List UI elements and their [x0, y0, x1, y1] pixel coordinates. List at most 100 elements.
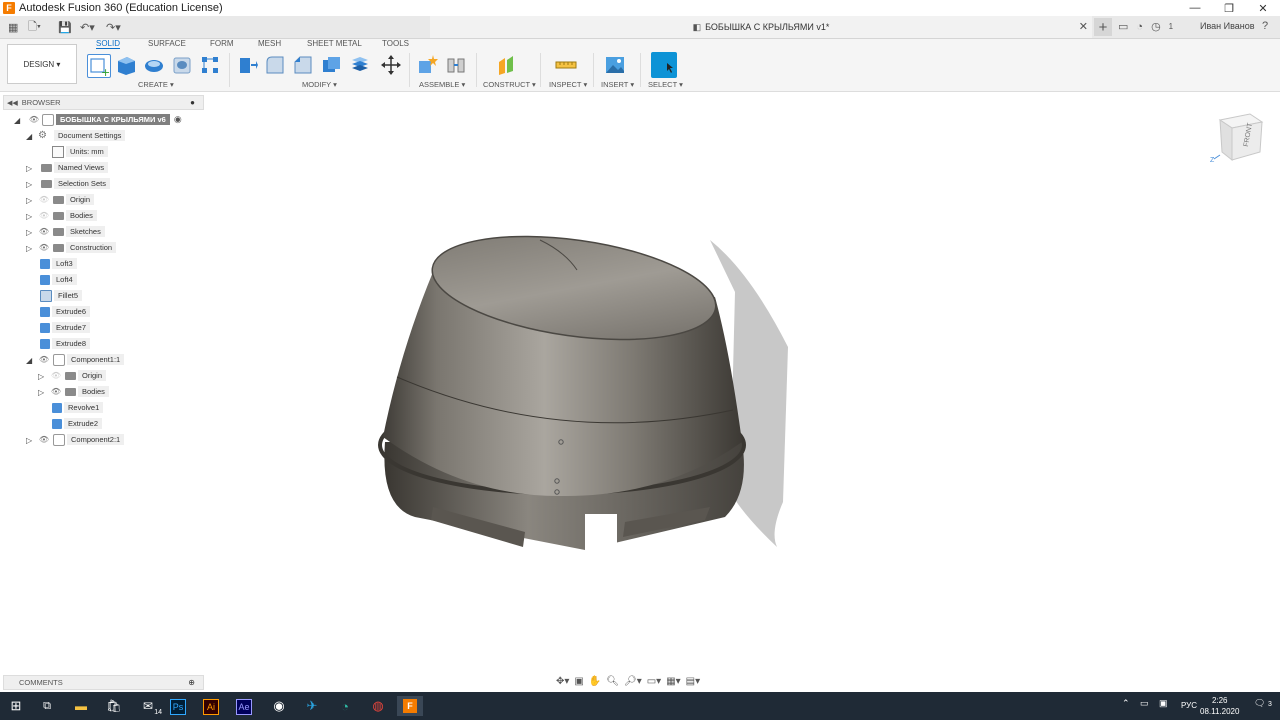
tab-solid[interactable]: SOLID [96, 39, 121, 49]
store-icon[interactable]: 🛍︎ [103, 696, 125, 716]
close-icon[interactable]: ✕ [1246, 0, 1280, 16]
3d-viewport[interactable] [205, 92, 1280, 672]
after-effects-icon[interactable]: Ae [236, 699, 252, 715]
collapsed-arrow-icon[interactable]: ▷ [26, 196, 32, 205]
minimize-icon[interactable]: — [1178, 0, 1212, 16]
tree-item-component1-bodies[interactable]: 👁 Bodies [50, 384, 109, 399]
fusion-taskbar-icon[interactable]: F [397, 696, 423, 716]
tab-surface[interactable]: SURFACE [148, 39, 186, 48]
tree-item-loft4[interactable]: Loft4 [40, 272, 77, 287]
hole-icon[interactable] [171, 54, 193, 76]
tree-item-extrude8[interactable]: Extrude8 [40, 336, 91, 351]
telegram-icon[interactable]: ✈ [301, 696, 323, 716]
display-settings-icon[interactable]: ▭▾ [647, 676, 661, 687]
tree-item-extrude7[interactable]: Extrude7 [40, 320, 91, 335]
tree-item-component1-origin[interactable]: 👁 Origin [50, 368, 107, 383]
tab-mesh[interactable]: MESH [258, 39, 281, 48]
offset-plane-icon[interactable] [496, 54, 518, 76]
joint-icon[interactable] [445, 54, 467, 76]
collapsed-arrow-icon[interactable]: ▷ [26, 212, 32, 221]
activate-radio-icon[interactable]: ◉ [174, 114, 182, 125]
visibility-eye-icon[interactable]: 👁 [28, 115, 40, 124]
collapsed-arrow-icon[interactable]: ▷ [26, 164, 32, 173]
orbit-icon[interactable]: ✥▾ [556, 676, 569, 687]
workspace-switcher[interactable]: DESIGN ▾ [7, 44, 77, 84]
tree-item-extrude6[interactable]: Extrude6 [40, 304, 91, 319]
visibility-eye-icon[interactable]: 👁 [38, 227, 50, 236]
zoom-icon[interactable]: 🔍︎ [606, 676, 619, 687]
tree-item-document-settings[interactable]: ⚙ Document Settings [38, 128, 126, 143]
tree-item-revolve1[interactable]: Revolve1 [52, 400, 104, 415]
visibility-eye-icon[interactable]: 👁 [38, 211, 50, 220]
new-component-icon[interactable] [416, 54, 438, 76]
action-center-icon[interactable]: 🗨︎ 3 [1254, 698, 1272, 709]
collapsed-arrow-icon[interactable]: ▷ [26, 228, 32, 237]
viewcube[interactable]: FRONT Z [1210, 110, 1270, 168]
chrome-icon[interactable]: ◍ [367, 696, 389, 716]
collapsed-arrow-icon[interactable]: ▷ [26, 180, 32, 189]
create-group-menu[interactable]: CREATE ▾ [138, 80, 174, 89]
notifications-clock-icon[interactable]: ◷ [1151, 20, 1161, 33]
tree-root-document[interactable]: 👁 БОБЫШКА С КРЫЛЬЯМИ v6 ◉ [28, 112, 182, 127]
help-icon[interactable]: ? [1262, 20, 1268, 32]
collapse-panel-icon[interactable]: ◀◀ [7, 99, 18, 107]
edge-icon[interactable]: ◔ [334, 696, 356, 716]
assemble-group-menu[interactable]: ASSEMBLE ▾ [419, 80, 465, 89]
shell-icon[interactable] [320, 54, 342, 76]
windows-start-icon[interactable]: ⊞ [5, 696, 27, 716]
tree-item-component1[interactable]: 👁 Component1:1 [38, 352, 125, 367]
tree-item-bodies[interactable]: 👁 Bodies [38, 208, 97, 223]
file-explorer-icon[interactable]: ▬ [70, 696, 92, 716]
input-language[interactable]: РУС [1181, 701, 1197, 710]
chamfer-icon[interactable] [292, 54, 314, 76]
mail-icon[interactable]: ✉ 14 [137, 696, 162, 716]
visibility-eye-icon[interactable]: 👁 [38, 355, 50, 364]
construct-group-menu[interactable]: CONSTRUCT ▾ [483, 80, 536, 89]
comments-panel[interactable]: COMMENTS ⊕ [3, 675, 204, 690]
press-pull-icon[interactable] [236, 54, 258, 76]
extrude-icon[interactable] [115, 54, 137, 76]
expanded-arrow-icon[interactable]: ◢ [26, 132, 32, 141]
select-tool-icon[interactable] [651, 52, 677, 78]
photoshop-icon[interactable]: Ps [170, 699, 186, 715]
tree-item-units[interactable]: Units: mm [52, 144, 108, 159]
collapsed-arrow-icon[interactable]: ▷ [38, 372, 44, 381]
tree-item-construction[interactable]: 👁 Construction [38, 240, 117, 255]
undo-icon[interactable]: ↶▾ [80, 20, 95, 34]
insert-group-menu[interactable]: INSERT ▾ [601, 80, 634, 89]
save-icon[interactable]: 💾 [58, 20, 72, 34]
close-tab-icon[interactable]: ✕ [1079, 20, 1088, 33]
measure-icon[interactable] [555, 54, 577, 76]
pan-hand-icon[interactable]: ✋ [589, 676, 601, 687]
taskbar-clock[interactable]: 2:26 08.11.2020 [1200, 695, 1239, 717]
fillet-icon[interactable] [264, 54, 286, 76]
select-group-menu[interactable]: SELECT ▾ [648, 80, 683, 89]
zoom-window-icon[interactable]: 🔎︎▾ [624, 676, 642, 687]
revolve-icon[interactable] [143, 54, 165, 76]
visibility-eye-icon[interactable]: 👁 [38, 243, 50, 252]
data-panel-grid-icon[interactable]: ▦ [8, 20, 18, 34]
expanded-arrow-icon[interactable]: ◢ [14, 116, 20, 125]
collapsed-arrow-icon[interactable]: ▷ [26, 436, 32, 445]
visibility-eye-icon[interactable]: 👁 [38, 195, 50, 204]
extensions-icon[interactable]: ▭ [1118, 20, 1128, 33]
tray-battery-icon[interactable]: ▭ [1140, 698, 1149, 709]
obs-icon[interactable]: ◉ [268, 696, 290, 716]
illustrator-icon[interactable]: Ai [203, 699, 219, 715]
insert-image-icon[interactable] [604, 54, 626, 76]
collapsed-arrow-icon[interactable]: ▷ [26, 244, 32, 253]
task-view-icon[interactable]: ⧉ [36, 696, 58, 716]
tree-item-fillet5[interactable]: Fillet5 [40, 288, 83, 303]
new-tab-plus-icon[interactable]: + [1094, 18, 1112, 36]
tab-tools[interactable]: TOOLS [382, 39, 409, 48]
browser-pin-icon[interactable]: ● [190, 98, 195, 107]
expanded-arrow-icon[interactable]: ◢ [26, 356, 32, 365]
visibility-eye-icon[interactable]: 👁 [50, 371, 62, 380]
restore-icon[interactable]: ❐ [1212, 0, 1246, 16]
tree-item-origin[interactable]: 👁 Origin [38, 192, 95, 207]
viewports-icon[interactable]: ▤▾ [686, 676, 700, 687]
tree-item-loft3[interactable]: Loft3 [40, 256, 77, 271]
tree-item-named-views[interactable]: Named Views [38, 160, 109, 175]
visibility-eye-icon[interactable]: 👁 [50, 387, 62, 396]
user-account[interactable]: Иван Иванов [1200, 21, 1255, 31]
